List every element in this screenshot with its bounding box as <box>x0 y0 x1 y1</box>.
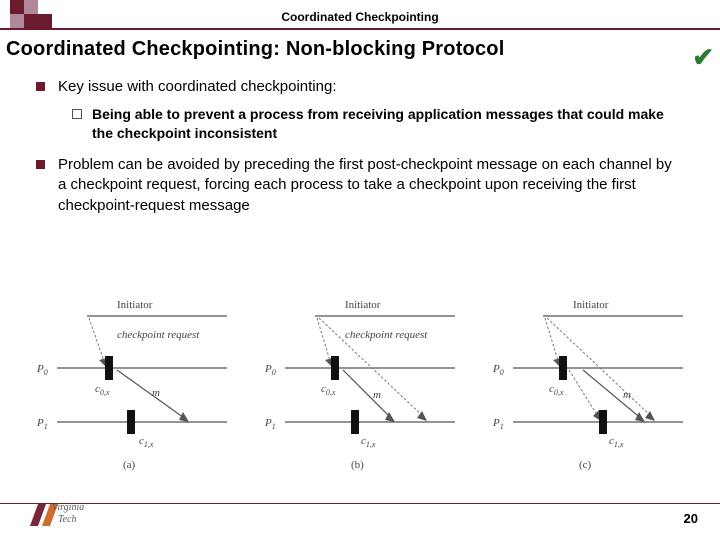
fig-label-c: (c) <box>579 459 592 471</box>
svg-text:Virginia: Virginia <box>52 502 84 513</box>
svg-text:checkpoint request: checkpoint request <box>345 329 428 341</box>
svg-text:c1,x: c1,x <box>609 435 624 449</box>
label-checkpoint-request: checkpoint request <box>117 329 200 341</box>
svg-text:P1: P1 <box>264 417 276 431</box>
subbullet-prevent: Being able to prevent a process from rec… <box>92 105 674 143</box>
corner-logo <box>0 0 70 30</box>
diagram-row: Initiator checkpoint request P0 P1 c0,x … <box>0 296 720 476</box>
svg-text:P1: P1 <box>492 417 504 431</box>
page-number: 20 <box>684 511 698 526</box>
virginia-tech-logo: Virginia Tech <box>28 496 88 530</box>
svg-text:c1,x: c1,x <box>361 435 376 449</box>
svg-text:m: m <box>373 389 381 401</box>
bullet-key-issue: Key issue with coordinated checkpointing… <box>58 77 674 97</box>
svg-text:Initiator: Initiator <box>573 299 609 311</box>
svg-text:P0: P0 <box>36 363 48 377</box>
svg-text:P1: P1 <box>36 417 48 431</box>
svg-text:c0,x: c0,x <box>321 383 336 397</box>
diagram-a: Initiator checkpoint request P0 P1 c0,x … <box>27 296 237 476</box>
svg-text:m: m <box>623 389 631 401</box>
header-topic: Coordinated Checkpointing <box>0 0 720 24</box>
svg-text:Initiator: Initiator <box>345 299 381 311</box>
bullet-problem-avoided: Problem can be avoided by preceding the … <box>58 155 674 216</box>
content-area: Key issue with coordinated checkpointing… <box>0 67 720 216</box>
diagram-c: Initiator P0 P1 c0,x m c1,x (c) <box>483 296 693 476</box>
footer: Virginia Tech 20 <box>0 492 720 532</box>
svg-text:P0: P0 <box>492 363 504 377</box>
footer-rule <box>0 503 720 504</box>
svg-text:Tech: Tech <box>58 514 77 525</box>
fig-label-a: (a) <box>123 459 136 471</box>
label-initiator: Initiator <box>117 299 153 311</box>
fig-label-b: (b) <box>351 459 364 471</box>
slide-title: Coordinated Checkpointing: Non-blocking … <box>0 30 720 67</box>
svg-text:P0: P0 <box>264 363 276 377</box>
svg-text:c1,x: c1,x <box>139 435 154 449</box>
svg-text:c0,x: c0,x <box>549 383 564 397</box>
checkmark-icon: ✔ <box>692 42 714 73</box>
svg-text:c0,x: c0,x <box>95 383 110 397</box>
diagram-b: Initiator checkpoint request P0 P1 c0,x … <box>255 296 465 476</box>
